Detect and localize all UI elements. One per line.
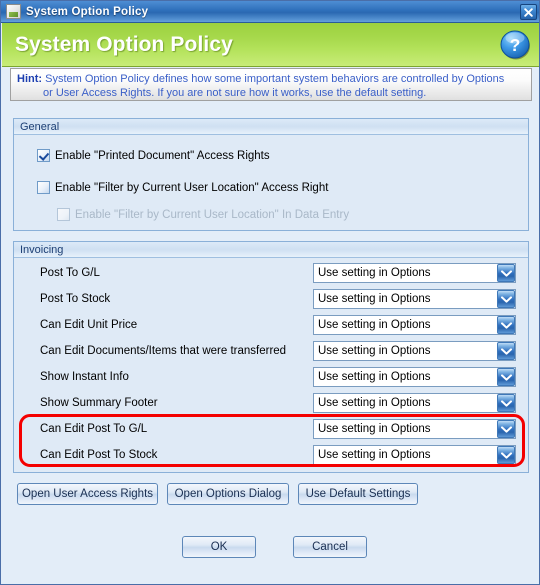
hint-line-2: or User Access Rights. If you are not su… <box>43 87 427 99</box>
setting-label-post-to-gl: Post To G/L <box>40 267 100 279</box>
window-title: System Option Policy <box>26 5 149 18</box>
dropdown-show-instant-info[interactable]: Use setting in Options <box>313 367 516 387</box>
help-question-icon: ? <box>500 30 530 60</box>
hint-label: Hint: <box>17 73 43 85</box>
checkbox-row-filter-user-location[interactable]: Enable "Filter by Current User Location"… <box>37 181 328 194</box>
dropdown-value-post-to-stock: Use setting in Options <box>318 293 431 305</box>
invoicing-group-header: Invoicing <box>14 242 528 258</box>
chevron-down-icon[interactable] <box>497 290 515 308</box>
setting-row-show-instant-info: Show Instant Info Use setting in Options <box>15 364 529 390</box>
dropdown-can-edit-post-to-gl[interactable]: Use setting in Options <box>313 419 516 439</box>
open-user-access-rights-button[interactable]: Open User Access Rights <box>17 483 158 505</box>
dropdown-value-can-edit-unit-price: Use setting in Options <box>318 319 431 331</box>
setting-label-show-summary-footer: Show Summary Footer <box>40 397 158 409</box>
document-policy-icon <box>6 4 21 19</box>
dropdown-post-to-gl[interactable]: Use setting in Options <box>313 263 516 283</box>
dropdown-value-can-edit-transferred: Use setting in Options <box>318 345 431 357</box>
hint-line-1: System Option Policy defines how some im… <box>45 73 505 85</box>
dropdown-show-summary-footer[interactable]: Use setting in Options <box>313 393 516 413</box>
chevron-down-icon[interactable] <box>497 394 515 412</box>
setting-label-can-edit-post-to-gl: Can Edit Post To G/L <box>40 423 148 435</box>
cancel-button[interactable]: Cancel <box>293 536 367 558</box>
page-title: System Option Policy <box>15 33 233 56</box>
general-group-header: General <box>14 119 528 135</box>
close-icon <box>524 7 533 17</box>
header-banner: System Option Policy ? <box>2 23 539 67</box>
checkbox-row-filter-user-location-data-entry: Enable "Filter by Current User Location"… <box>57 208 349 221</box>
dropdown-value-show-summary-footer: Use setting in Options <box>318 397 431 409</box>
checkbox-label-printed-document: Enable "Printed Document" Access Rights <box>55 149 270 162</box>
dropdown-value-post-to-gl: Use setting in Options <box>318 267 431 279</box>
hint-bar: Hint: System Option Policy defines how s… <box>10 68 532 101</box>
dropdown-value-can-edit-post-to-stock: Use setting in Options <box>318 449 431 461</box>
dropdown-can-edit-post-to-stock[interactable]: Use setting in Options <box>313 445 516 465</box>
setting-label-can-edit-post-to-stock: Can Edit Post To Stock <box>40 449 158 461</box>
chevron-down-icon[interactable] <box>497 420 515 438</box>
setting-row-post-to-gl: Post To G/L Use setting in Options <box>15 260 529 286</box>
dropdown-value-can-edit-post-to-gl: Use setting in Options <box>318 423 431 435</box>
setting-label-post-to-stock: Post To Stock <box>40 293 111 305</box>
checkbox-row-printed-document[interactable]: Enable "Printed Document" Access Rights <box>37 149 270 162</box>
invoicing-group: Invoicing Post To G/L Use setting in Opt… <box>13 241 529 473</box>
setting-label-can-edit-unit-price: Can Edit Unit Price <box>40 319 138 331</box>
chevron-down-icon[interactable] <box>497 342 515 360</box>
setting-row-can-edit-transferred: Can Edit Documents/Items that were trans… <box>15 338 529 364</box>
setting-row-show-summary-footer: Show Summary Footer Use setting in Optio… <box>15 390 529 416</box>
setting-row-can-edit-post-to-stock: Can Edit Post To Stock Use setting in Op… <box>15 442 529 468</box>
ok-button[interactable]: OK <box>182 536 256 558</box>
open-options-dialog-button[interactable]: Open Options Dialog <box>167 483 289 505</box>
checkbox-filter-user-location-data-entry <box>57 208 70 221</box>
setting-label-can-edit-transferred: Can Edit Documents/Items that were trans… <box>40 345 287 357</box>
svg-text:?: ? <box>510 35 521 55</box>
chevron-down-icon[interactable] <box>497 316 515 334</box>
system-option-policy-dialog: System Option Policy System Option Polic… <box>0 0 540 585</box>
chevron-down-icon[interactable] <box>497 446 515 464</box>
checkbox-label-filter-user-location-data-entry: Enable "Filter by Current User Location"… <box>75 208 350 221</box>
dropdown-value-show-instant-info: Use setting in Options <box>318 371 431 383</box>
general-group: General Enable "Printed Document" Access… <box>13 118 529 231</box>
use-default-settings-button[interactable]: Use Default Settings <box>298 483 418 505</box>
dropdown-can-edit-transferred[interactable]: Use setting in Options <box>313 341 516 361</box>
checkbox-filter-user-location[interactable] <box>37 181 50 194</box>
dropdown-can-edit-unit-price[interactable]: Use setting in Options <box>313 315 516 335</box>
dropdown-post-to-stock[interactable]: Use setting in Options <box>313 289 516 309</box>
chevron-down-icon[interactable] <box>497 264 515 282</box>
setting-label-show-instant-info: Show Instant Info <box>40 371 129 383</box>
checkbox-printed-document[interactable] <box>37 149 50 162</box>
chevron-down-icon[interactable] <box>497 368 515 386</box>
help-button[interactable]: ? <box>499 28 532 61</box>
setting-row-post-to-stock: Post To Stock Use setting in Options <box>15 286 529 312</box>
setting-row-can-edit-unit-price: Can Edit Unit Price Use setting in Optio… <box>15 312 529 338</box>
checkbox-label-filter-user-location: Enable "Filter by Current User Location"… <box>55 181 329 194</box>
title-bar: System Option Policy <box>1 1 539 23</box>
setting-row-can-edit-post-to-gl: Can Edit Post To G/L Use setting in Opti… <box>15 416 529 442</box>
close-button[interactable] <box>520 4 537 20</box>
